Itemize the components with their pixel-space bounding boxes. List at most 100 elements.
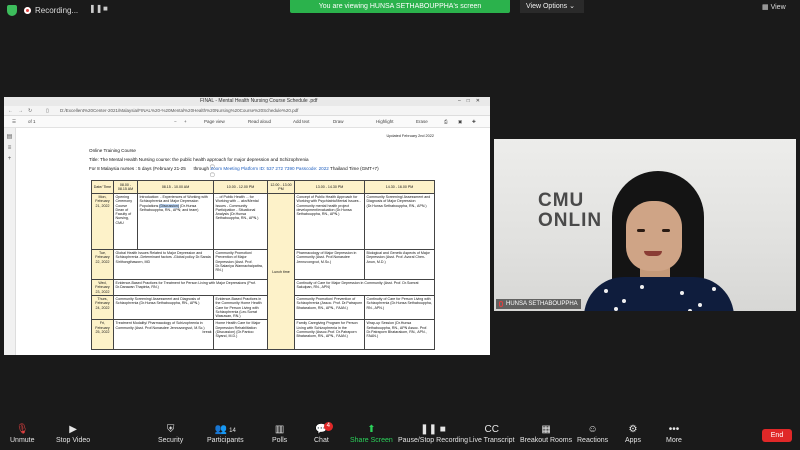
share-screen-label: Share Screen: [350, 437, 393, 444]
muted-mic-icon: [499, 301, 503, 307]
day-cell: Fri, February 25, 2022: [91, 319, 114, 351]
microphone-muted-icon: 🎙: [15, 424, 29, 435]
pdf-tool-add-text[interactable]: Add text: [293, 119, 310, 124]
pdf-tool-page-view[interactable]: Page view: [204, 119, 225, 124]
browser-tab-title[interactable]: FINAL - Mental Health Nursing Course Sch…: [200, 98, 317, 104]
end-meeting-button[interactable]: End: [762, 429, 792, 442]
chevron-down-icon: ⌄: [569, 3, 575, 10]
browser-address-bar: ← → ↻ ▯ D:/Excellent%20Center-2021/Malay…: [4, 106, 490, 116]
schedule-cell: Evidence-Based Practices in the Communit…: [213, 294, 268, 321]
security-shield-icon[interactable]: [7, 5, 17, 16]
table-header-cell: 13.00 - 14.30 PM: [294, 180, 365, 194]
backdrop-sign: CMU ONLIN: [538, 191, 602, 231]
apps-button[interactable]: ⚙ Apps: [625, 424, 641, 444]
lunch-cell: Lunch time: [267, 192, 295, 351]
recording-label: Recording...: [35, 5, 79, 15]
view-button[interactable]: ▦ View: [762, 3, 786, 11]
zoom-in-icon[interactable]: +: [184, 119, 187, 124]
chat-button[interactable]: 💬 4 Chat: [314, 422, 333, 444]
close-icon[interactable]: ✕: [476, 98, 486, 104]
security-button[interactable]: ⛨ Security: [158, 424, 183, 444]
participant-name-tag: HUNSA SETHABOUPPHA: [496, 299, 581, 309]
stop-recording-icon[interactable]: ■: [103, 4, 108, 13]
security-label: Security: [158, 437, 184, 444]
unmute-button[interactable]: 🎙 Unmute: [10, 424, 35, 444]
pause-stop-recording-button[interactable]: ❚❚ ■ Pause/Stop Recording: [398, 424, 468, 444]
doc-subtitle: For 8 Malaysia nurses : 5 days (February…: [89, 166, 379, 171]
share-screen-button[interactable]: ⬆ Share Screen: [350, 424, 393, 444]
polls-button[interactable]: ▥ Polls: [272, 424, 287, 444]
participants-button[interactable]: 👥 14 Participants: [207, 424, 244, 444]
breakout-rooms-button[interactable]: ▦ Breakout Rooms: [520, 424, 572, 444]
pdf-tool-read-aloud[interactable]: Read aloud: [248, 119, 271, 124]
chat-icon: 💬 4: [314, 422, 333, 436]
backdrop-text-line2: ONLIN: [538, 210, 603, 231]
file-icon: ▯: [46, 108, 49, 114]
table-header-cell: 10.00 - 12.00 PM: [213, 180, 268, 194]
pdf-tool-erase[interactable]: Erase: [416, 119, 428, 124]
schedule-cell: Evidence-Based Practices for Treatment f…: [113, 279, 268, 296]
schedule-cell: Global Health Issues Related to Major De…: [113, 249, 214, 280]
pause-recording-icon[interactable]: ❚❚: [89, 4, 102, 13]
window-controls: –□✕: [458, 98, 486, 104]
zoom-out-icon[interactable]: −: [174, 119, 177, 124]
url-text[interactable]: D:/Excellent%20Center-2021/Malaysia/FINA…: [60, 108, 298, 113]
table-row: Wed, February 23, 2022 Evidence-Based Pr…: [91, 279, 435, 296]
apps-label: Apps: [625, 437, 641, 444]
breakout-rooms-label: Breakout Rooms: [520, 437, 573, 444]
stop-video-button[interactable]: ▶ Stop Video: [56, 424, 90, 444]
share-screen-icon: ⬆: [367, 424, 376, 435]
table-header-cell: 14.30 - 16.00 PM: [364, 180, 435, 194]
highlighted-text: (Discussion): [159, 203, 180, 208]
note-icon[interactable]: ▢: [210, 172, 218, 180]
chat-label: Chat: [314, 437, 329, 444]
page-indicator[interactable]: of 1: [28, 119, 36, 124]
doc-subtitle-through: through: [193, 166, 210, 171]
table-header-cell: Date/ Time: [91, 180, 114, 194]
table-row: Mon, February 21, 2022 Opening Ceremony …: [91, 192, 435, 351]
pdf-tool-draw[interactable]: Draw: [333, 119, 344, 124]
pdf-menu-icon[interactable]: ☰: [12, 119, 16, 125]
zoom-meeting-link[interactable]: Zoom Meeting Platform ID: 537 272 7390 P…: [210, 166, 329, 171]
pin-icon[interactable]: ✚: [472, 119, 476, 125]
forward-icon[interactable]: →: [18, 108, 23, 114]
doc-subtitle-prefix: For 8 Malaysia nurses : 5 days (February…: [89, 166, 186, 171]
shared-screen: FINAL - Mental Health Nursing Course Sch…: [4, 97, 490, 355]
pdf-tool-highlight[interactable]: Highlight: [376, 119, 394, 124]
more-label: More: [666, 437, 682, 444]
breakout-rooms-icon: ▦: [541, 424, 551, 435]
refresh-icon[interactable]: ↻: [28, 108, 32, 114]
apps-icon: ⚙: [628, 424, 638, 435]
schedule-cell: Home Health Care for Major Depression Re…: [213, 319, 268, 351]
view-options-button[interactable]: View Options ⌄: [520, 0, 584, 13]
schedule-cell: ... of Public Health ... for Working wit…: [213, 193, 268, 250]
outline-icon[interactable]: ≡: [4, 145, 15, 151]
speaker-video-tile[interactable]: CMU ONLIN HUNSA SETHABOUPPHA: [494, 139, 796, 311]
day-cell: Wed, February 23, 2022: [91, 279, 114, 296]
reactions-label: Reactions: [577, 437, 609, 444]
minimize-icon[interactable]: –: [458, 98, 467, 104]
reactions-button[interactable]: ☺ Reactions: [577, 424, 608, 444]
meeting-toolbar: 🎙 Unmute ▶ Stop Video ⛨ Security 👥 14 Par…: [0, 418, 800, 450]
schedule-cell: Introduction: - Experiences of Working w…: [137, 193, 214, 250]
participants-count: 14: [229, 428, 236, 434]
polls-label: Polls: [272, 437, 288, 444]
schedule-cell: Community Screening/ Assessment and Diag…: [113, 294, 214, 321]
table-row: Fri, February 25, 2022 Treatment Modalit…: [91, 319, 435, 351]
schedule-cell: Pharmacology of Major Depression in Comm…: [294, 249, 365, 280]
maximize-icon[interactable]: □: [467, 98, 476, 104]
schedule-cell: Concept of Public Health Approach for Wo…: [294, 193, 365, 250]
add-icon[interactable]: +: [4, 156, 15, 162]
schedule-table: Date/ Time 08.00 - 08.15 AM 08.15 - 10.0…: [91, 180, 435, 351]
print-icon[interactable]: ⎙: [444, 119, 448, 124]
updated-date: Updated February 2nd 2022: [386, 134, 435, 138]
live-transcript-button[interactable]: CC Live Transcript: [469, 424, 515, 444]
captions-icon: CC: [484, 424, 499, 435]
schedule-cell: Biological and Genetic Aspects of Major …: [364, 249, 435, 280]
back-icon[interactable]: ←: [8, 108, 13, 114]
more-button[interactable]: ••• More: [666, 424, 682, 444]
more-icon: •••: [668, 424, 680, 435]
opening-cell: Opening Ceremony Course Dean of Faculty …: [113, 193, 138, 250]
thumbnails-icon[interactable]: ▤: [4, 133, 15, 140]
save-icon[interactable]: ▣: [458, 119, 462, 125]
